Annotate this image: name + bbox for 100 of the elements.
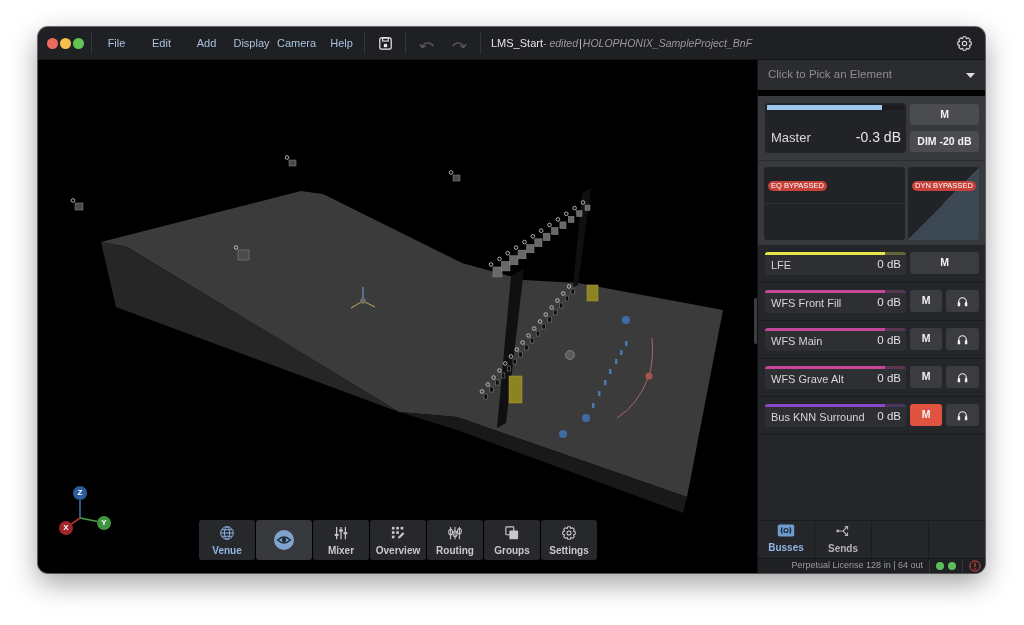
bus-name: WFS Front Fill — [771, 295, 842, 311]
speaker — [543, 312, 552, 323]
speaker — [530, 234, 543, 247]
nav-tab[interactable]: Routing — [427, 520, 483, 560]
bus-name: WFS Main — [771, 333, 823, 349]
bus-level-reading: 0 dB — [877, 371, 901, 387]
ovals-on-lines-icon — [448, 525, 462, 540]
axis-label: X — [59, 521, 73, 535]
mute-button[interactable]: M — [910, 366, 942, 388]
menu-item[interactable]: Display — [229, 35, 274, 51]
speaker — [497, 368, 506, 379]
speaker — [513, 245, 527, 260]
speaker — [233, 245, 250, 261]
picker-label: Click to Pick an Element — [768, 67, 892, 83]
nav-tab[interactable]: Mixer — [313, 520, 369, 560]
speaker — [539, 228, 551, 241]
source-marker — [559, 430, 567, 438]
subwoofer — [508, 375, 523, 404]
radio-waves-icon — [777, 524, 795, 537]
sliders-icon — [334, 525, 348, 540]
nav-tab[interactable]: Overview — [370, 520, 426, 560]
solo-listen-button[interactable] — [946, 366, 979, 388]
view-toggle-button[interactable] — [256, 520, 312, 560]
speaker — [497, 256, 511, 272]
speaker — [520, 340, 529, 351]
panel-collapse-handle[interactable] — [754, 298, 757, 344]
stacked-squares-icon — [505, 525, 519, 540]
zoom-window-button[interactable] — [73, 37, 84, 49]
solo-listen-button[interactable] — [946, 404, 979, 426]
bus-name: LFE — [771, 257, 792, 273]
speaker — [572, 205, 583, 217]
small-marker — [604, 380, 607, 385]
speaker — [505, 251, 519, 266]
speaker — [488, 262, 503, 278]
menu-item[interactable]: Edit — [139, 35, 184, 51]
small-marker — [615, 359, 618, 364]
title-separator: | — [579, 35, 582, 51]
speaker — [547, 222, 559, 235]
master-name: Master — [771, 129, 811, 147]
speaker — [514, 347, 523, 358]
speaker — [566, 284, 575, 295]
menu-item[interactable]: Camera — [274, 35, 319, 51]
globe-icon — [220, 525, 234, 540]
edited-status: - edited — [542, 35, 578, 51]
master-level-reading: -0.3 dB — [855, 128, 901, 147]
small-marker — [598, 391, 601, 396]
speaker — [526, 333, 535, 344]
menu-item[interactable]: File — [94, 35, 139, 51]
solo-listen-button[interactable] — [946, 290, 979, 312]
grid-pen-icon — [391, 525, 405, 540]
master-mute-button[interactable]: M — [910, 104, 979, 125]
source-marker — [622, 316, 630, 324]
menu-item[interactable]: Add — [184, 35, 229, 51]
axis-label: Y — [97, 516, 111, 530]
caret-down-icon — [966, 72, 975, 78]
menu-item[interactable]: Help — [319, 35, 364, 51]
solo-listen-button[interactable] — [946, 328, 979, 350]
speaker — [508, 354, 517, 365]
minimize-window-button[interactable] — [60, 37, 71, 49]
headphones-icon — [957, 295, 968, 307]
bus-level-reading: 0 dB — [877, 333, 901, 349]
speaker — [70, 198, 84, 211]
source-marker — [582, 414, 590, 422]
speaker — [549, 305, 558, 316]
subwoofer — [586, 284, 599, 302]
element-picker-dropdown[interactable]: Click to Pick an Element — [758, 60, 985, 90]
close-window-button[interactable] — [47, 37, 58, 49]
small-marker — [592, 403, 595, 408]
settings-icon — [956, 35, 972, 51]
document-title: LMS_Start — [491, 35, 543, 51]
mute-button[interactable]: M — [910, 252, 979, 274]
speaker — [564, 211, 575, 223]
dim-button[interactable]: DIM -20 dB — [910, 131, 979, 152]
license-status: Perpetual License 128 in | 64 out — [791, 559, 923, 573]
speaker — [479, 389, 488, 400]
speaker — [448, 170, 461, 182]
speaker — [537, 319, 546, 330]
speaker — [491, 375, 500, 386]
speaker — [284, 155, 297, 167]
speaker — [580, 200, 591, 211]
nav-tab[interactable]: Groups — [484, 520, 540, 560]
headphones-icon — [957, 333, 968, 345]
nav-tab[interactable]: Venue — [199, 520, 255, 560]
speaker — [485, 382, 494, 393]
branch-arrows-icon — [836, 523, 850, 538]
speaker — [555, 298, 564, 309]
mute-button[interactable]: M — [910, 328, 942, 350]
bus-level-reading: 0 dB — [877, 257, 901, 273]
3d-viewport[interactable]: Z X Y Venue Mixer Overview Routing Groups Settings — [38, 60, 757, 573]
warning-icon[interactable] — [969, 560, 981, 572]
transform-gizmo — [350, 286, 376, 309]
speaker — [522, 239, 535, 254]
bus-level-reading: 0 dB — [877, 409, 901, 425]
mute-button[interactable]: M — [910, 290, 942, 312]
bus-name: Bus KNN Surround — [771, 409, 865, 425]
bus-name: WFS Grave Alt — [771, 371, 844, 387]
eye-icon — [274, 530, 294, 550]
speaker — [555, 217, 567, 229]
nav-tab[interactable]: Settings — [541, 520, 597, 560]
headphones-icon — [957, 409, 968, 421]
